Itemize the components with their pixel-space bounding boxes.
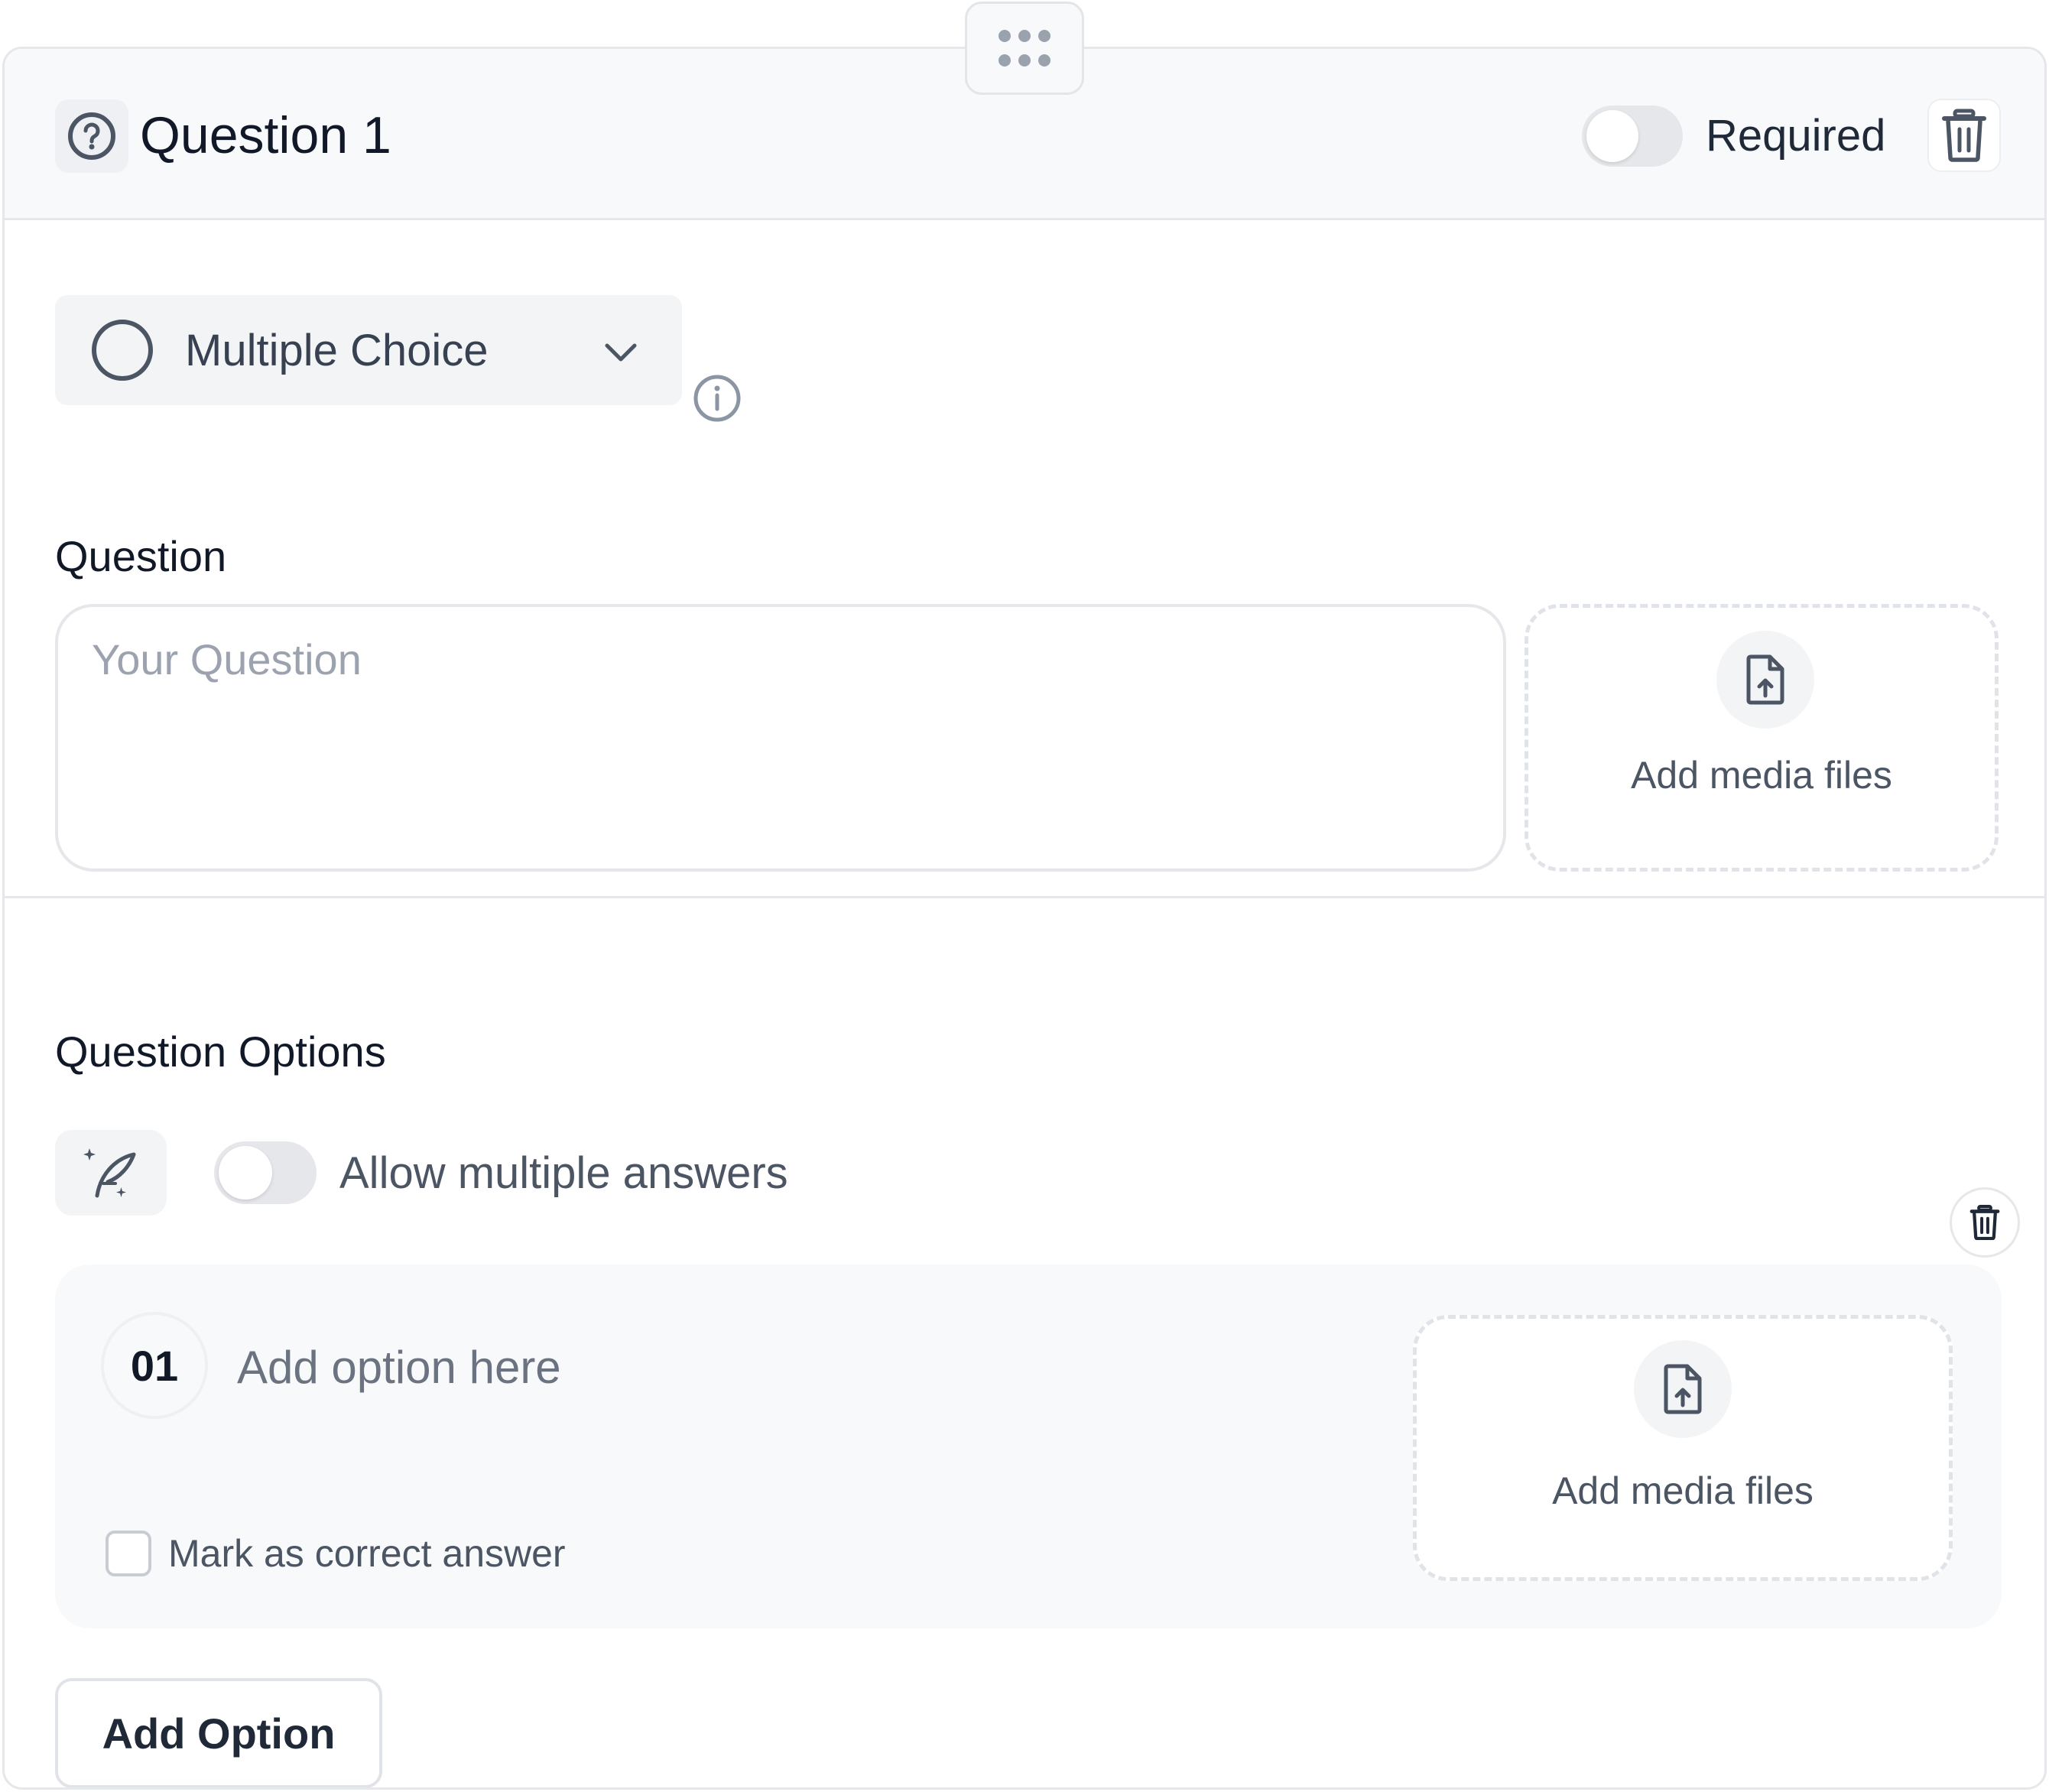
question-label: Question bbox=[55, 532, 227, 580]
trash-icon bbox=[1942, 109, 1986, 162]
add-option-button[interactable]: Add Option bbox=[55, 1678, 382, 1787]
question-title: Question 1 bbox=[140, 106, 391, 164]
correct-answer-checkbox[interactable] bbox=[106, 1531, 151, 1576]
required-label: Required bbox=[1706, 111, 1886, 161]
radio-icon bbox=[92, 320, 153, 381]
file-upload-icon bbox=[1664, 1364, 1702, 1414]
section-divider bbox=[5, 896, 2044, 898]
toggle-knob bbox=[219, 1146, 272, 1200]
question-type-select[interactable]: Multiple Choice bbox=[55, 295, 682, 405]
allow-multiple-label: Allow multiple answers bbox=[339, 1148, 788, 1198]
upload-icon-circle bbox=[1716, 631, 1814, 729]
question-circle-icon bbox=[68, 112, 115, 160]
required-toggle[interactable] bbox=[1582, 106, 1683, 167]
option-number: 01 bbox=[101, 1312, 208, 1419]
option-media-upload[interactable]: Add media files bbox=[1413, 1315, 1953, 1581]
toggle-knob bbox=[1586, 110, 1638, 162]
info-icon[interactable] bbox=[692, 373, 742, 424]
question-icon-wrapper bbox=[55, 99, 128, 173]
question-card: Question 1 Required Multiple Choice Ques… bbox=[2, 47, 2047, 1790]
magic-quill-icon bbox=[83, 1148, 136, 1198]
correct-answer-label: Mark as correct answer bbox=[168, 1532, 566, 1575]
upload-icon-circle bbox=[1634, 1340, 1732, 1438]
drag-handle-icon bbox=[999, 30, 1050, 67]
media-label: Add media files bbox=[1552, 1469, 1814, 1512]
question-input[interactable] bbox=[55, 604, 1506, 872]
question-media-upload[interactable]: Add media files bbox=[1525, 604, 1999, 872]
chevron-down-icon bbox=[605, 343, 637, 362]
drag-handle[interactable] bbox=[965, 2, 1084, 95]
allow-multiple-toggle[interactable] bbox=[214, 1141, 317, 1204]
delete-question-button[interactable] bbox=[1927, 99, 2001, 172]
option-input[interactable] bbox=[237, 1336, 1231, 1398]
question-type-label: Multiple Choice bbox=[185, 326, 489, 375]
trash-icon bbox=[1969, 1205, 2000, 1240]
option-card: 01 Mark as correct answer Add media file… bbox=[55, 1264, 2002, 1628]
file-upload-icon bbox=[1746, 654, 1784, 705]
delete-option-button[interactable] bbox=[1950, 1187, 2020, 1258]
media-label: Add media files bbox=[1631, 754, 1892, 797]
ai-generate-button[interactable] bbox=[55, 1130, 167, 1216]
question-options-label: Question Options bbox=[55, 1027, 386, 1076]
